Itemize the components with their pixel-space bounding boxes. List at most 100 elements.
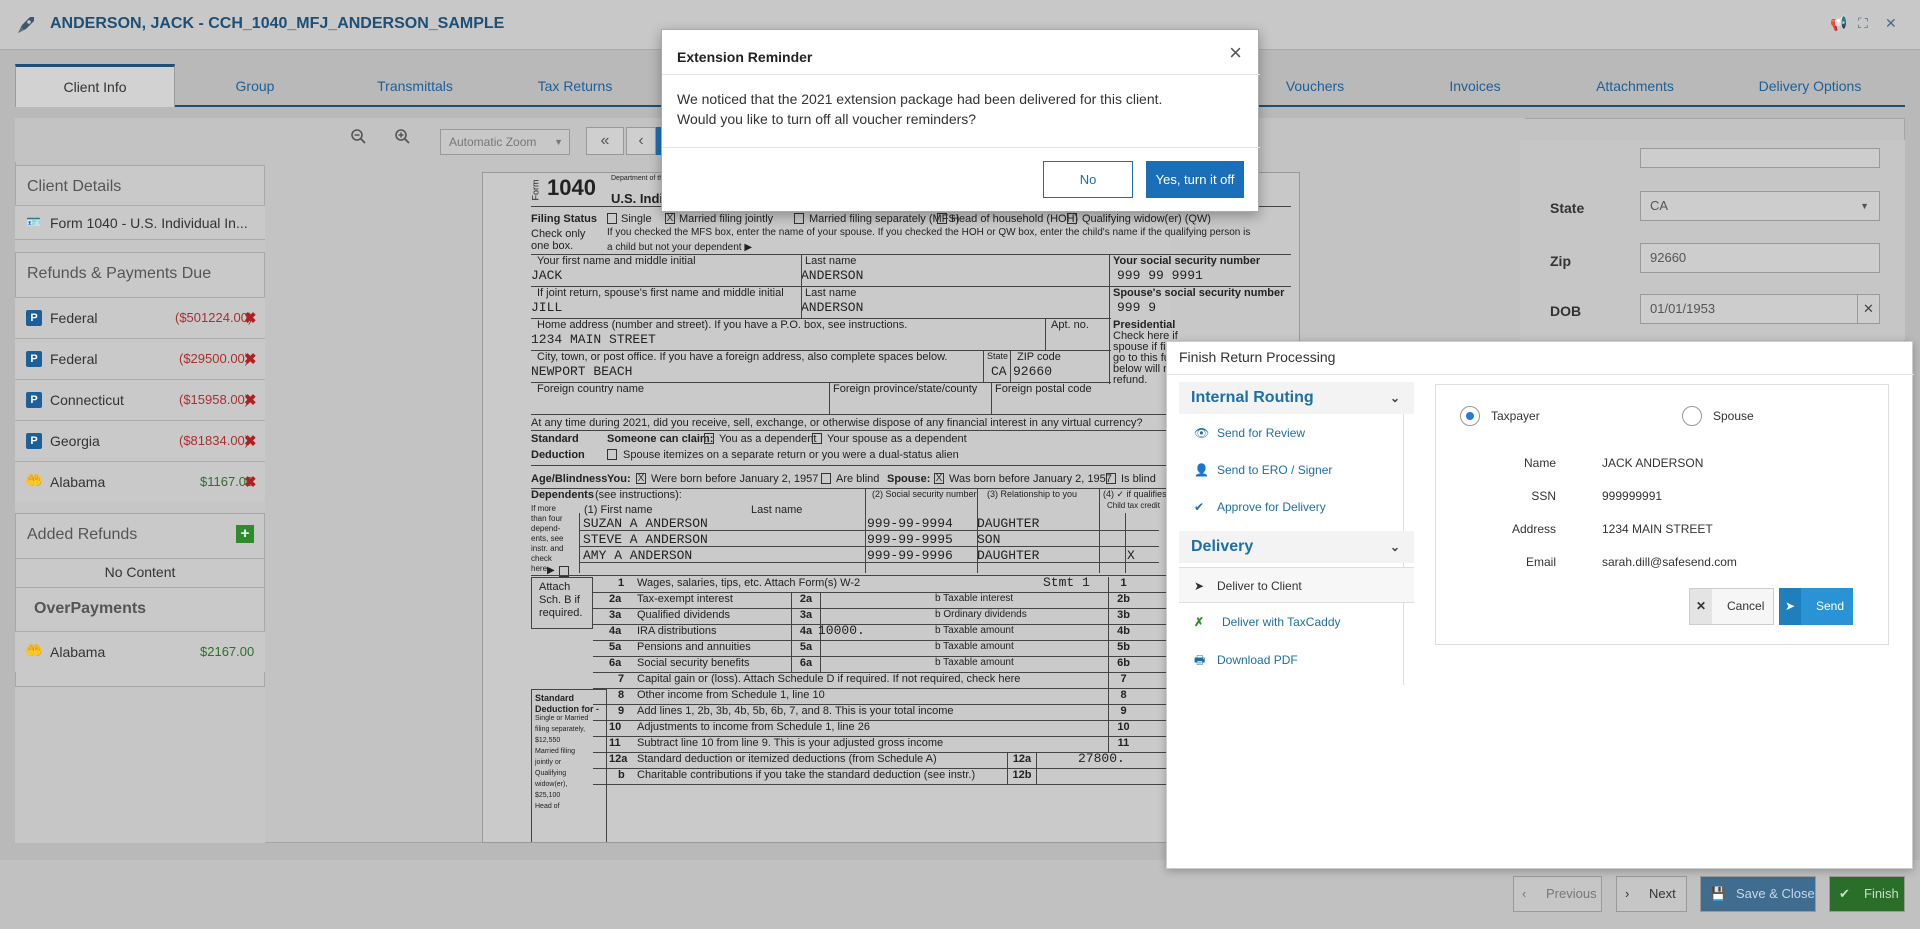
spouse-radio[interactable] [1682, 406, 1702, 426]
expand-icon[interactable]: ⛶ [1858, 15, 1868, 32]
form-text: Married filing [535, 748, 576, 755]
ssn-label: SSN [1531, 489, 1556, 503]
extension-reminder-modal: Extension Reminder × We noticed that the… [661, 29, 1260, 212]
form-text: City, town, or post office. If you have … [537, 351, 948, 363]
payment-badge-icon: P [26, 351, 42, 367]
form-checkbox [821, 473, 831, 484]
form-text: 6a [609, 657, 622, 669]
form-rule [579, 513, 580, 573]
form-rule [1109, 254, 1110, 384]
form-text: b Taxable amount [935, 625, 1014, 636]
zoom-out-icon[interactable] [345, 126, 371, 154]
overpayment-row[interactable]: 🤲 Alabama $2167.00 [15, 631, 265, 672]
form-item[interactable]: 🪪 Form 1040 - U.S. Individual In... [15, 205, 265, 239]
remove-icon[interactable]: ✖ [244, 432, 257, 450]
form-text: instr. and [531, 544, 564, 553]
internal-routing-header[interactable]: Internal Routing ⌄ [1179, 382, 1414, 414]
form-text: Qualified dividends [637, 609, 730, 621]
zip-input[interactable]: 92660 [1640, 243, 1880, 273]
zoom-in-icon[interactable] [389, 126, 415, 154]
form-text: b Taxable interest [935, 593, 1014, 604]
download-pdf-item[interactable]: 🖶 Download PDF [1179, 642, 1414, 678]
remove-icon[interactable]: ✖ [244, 473, 257, 491]
eye-icon: 👁 [1194, 426, 1210, 440]
approve-delivery-label: Approve for Delivery [1217, 500, 1326, 514]
form-text: Your first name and middle initial [537, 255, 696, 267]
tab-tax-returns[interactable]: Tax Returns [495, 64, 655, 107]
refund-label: Federal [50, 310, 98, 326]
cancel-button[interactable]: ✕ Cancel [1689, 588, 1774, 625]
form-text: jointly or [535, 759, 562, 766]
close-icon[interactable]: ✕ [1885, 15, 1897, 32]
taxpayer-radio[interactable] [1460, 406, 1480, 426]
form-text: 2a [609, 593, 622, 605]
delivery-label: Delivery [1191, 538, 1254, 555]
clear-icon[interactable]: ✕ [1857, 295, 1879, 323]
close-icon[interactable]: × [1229, 40, 1242, 66]
client-details-title: Client Details [27, 178, 122, 195]
send-for-review-item[interactable]: 👁 Send for Review [1179, 415, 1414, 451]
prev-page-button[interactable]: ‹ [626, 127, 656, 155]
form-text: SON [977, 532, 1001, 547]
form-text: Last name [805, 255, 857, 267]
form-text: b Ordinary dividends [935, 609, 1027, 620]
zoom-select[interactable]: Automatic Zoom ▼ [440, 129, 570, 155]
tab-delivery-options[interactable]: Delivery Options [1715, 64, 1905, 107]
refund-row[interactable]: 🤲 Alabama $1167.00 ✖ [15, 461, 265, 502]
form-text: Last name [805, 287, 857, 299]
form-text: Foreign province/state/county [833, 383, 978, 395]
form-text: Capital gain or (loss). Attach Schedule … [637, 673, 1021, 685]
send-to-ero-item[interactable]: 👤 Send to ERO / Signer [1179, 452, 1414, 488]
next-button[interactable]: › Next [1616, 876, 1687, 912]
delivery-header[interactable]: Delivery ⌄ [1179, 531, 1414, 563]
form-text: 10000. [818, 623, 865, 638]
send-button[interactable]: ➤ Send [1779, 588, 1853, 625]
first-page-button[interactable]: « [586, 127, 624, 155]
tab-client-info[interactable]: Client Info [15, 64, 175, 107]
form-text: Other income from Schedule 1, line 10 [637, 689, 825, 701]
add-refund-button[interactable]: + [236, 525, 254, 543]
refund-row[interactable]: P Connecticut ($15958.00) ✖ [15, 379, 265, 420]
money-hand-icon: 🤲 [25, 472, 43, 488]
form-text: than four [531, 514, 563, 523]
refund-label: Alabama [50, 474, 106, 490]
modal-body: We noticed that the 2021 extension packa… [677, 89, 1162, 129]
form-text: Spouse: [887, 473, 931, 485]
tab-group[interactable]: Group [175, 64, 335, 107]
form-rule [1010, 350, 1011, 382]
refund-row[interactable]: P Federal ($29500.00) ✖ [15, 338, 265, 379]
finish-return-processing-panel: Finish Return Processing Internal Routin… [1166, 341, 1914, 869]
dob-label: DOB [1550, 303, 1582, 319]
finish-button[interactable]: ✔ Finish [1829, 876, 1905, 912]
user-icon: 👤 [1194, 463, 1209, 477]
no-button[interactable]: No [1043, 161, 1133, 198]
approve-delivery-item[interactable]: ✔ Approve for Delivery [1179, 489, 1414, 525]
dob-input[interactable]: 01/01/1953 ✕ [1640, 294, 1880, 324]
save-close-button[interactable]: 💾 Save & Close [1700, 876, 1816, 912]
deliver-taxcaddy-item[interactable]: ✗ Deliver with TaxCaddy [1179, 604, 1414, 640]
form-rule [829, 382, 830, 414]
field-above[interactable] [1640, 148, 1880, 168]
form-text: Age/Blindness [531, 473, 608, 485]
form-text: Adjustments to income from Schedule 1, l… [637, 721, 870, 733]
chevron-down-icon: ▼ [1860, 201, 1869, 211]
refund-row[interactable]: P Georgia ($81834.00) ✖ [15, 420, 265, 461]
yes-turn-off-button[interactable]: Yes, turn it off [1146, 161, 1244, 198]
tab-transmittals[interactable]: Transmittals [335, 64, 495, 107]
refund-row[interactable]: P Federal ($501224.00) ✖ [15, 297, 265, 338]
tab-invoices[interactable]: Invoices [1395, 64, 1555, 107]
remove-icon[interactable]: ✖ [244, 350, 257, 368]
remove-icon[interactable]: ✖ [244, 391, 257, 409]
send-to-ero-label: Send to ERO / Signer [1217, 463, 1333, 477]
state-select[interactable]: CA ▼ [1640, 191, 1880, 221]
remove-icon[interactable]: ✖ [244, 309, 257, 327]
previous-button[interactable]: ‹ Previous [1513, 876, 1602, 912]
tab-vouchers[interactable]: Vouchers [1235, 64, 1395, 107]
megaphone-icon[interactable]: 📢 [1830, 15, 1847, 32]
form-text: Single or Married [535, 715, 589, 722]
form-text: You: [607, 473, 631, 485]
deliver-to-client-item[interactable]: ➤ Deliver to Client [1179, 567, 1414, 603]
tab-attachments[interactable]: Attachments [1555, 64, 1715, 107]
form-text: At any time during 2021, did you receive… [531, 417, 1143, 429]
page-title: ANDERSON, JACK - CCH_1040_MFJ_ANDERSON_S… [50, 15, 505, 32]
